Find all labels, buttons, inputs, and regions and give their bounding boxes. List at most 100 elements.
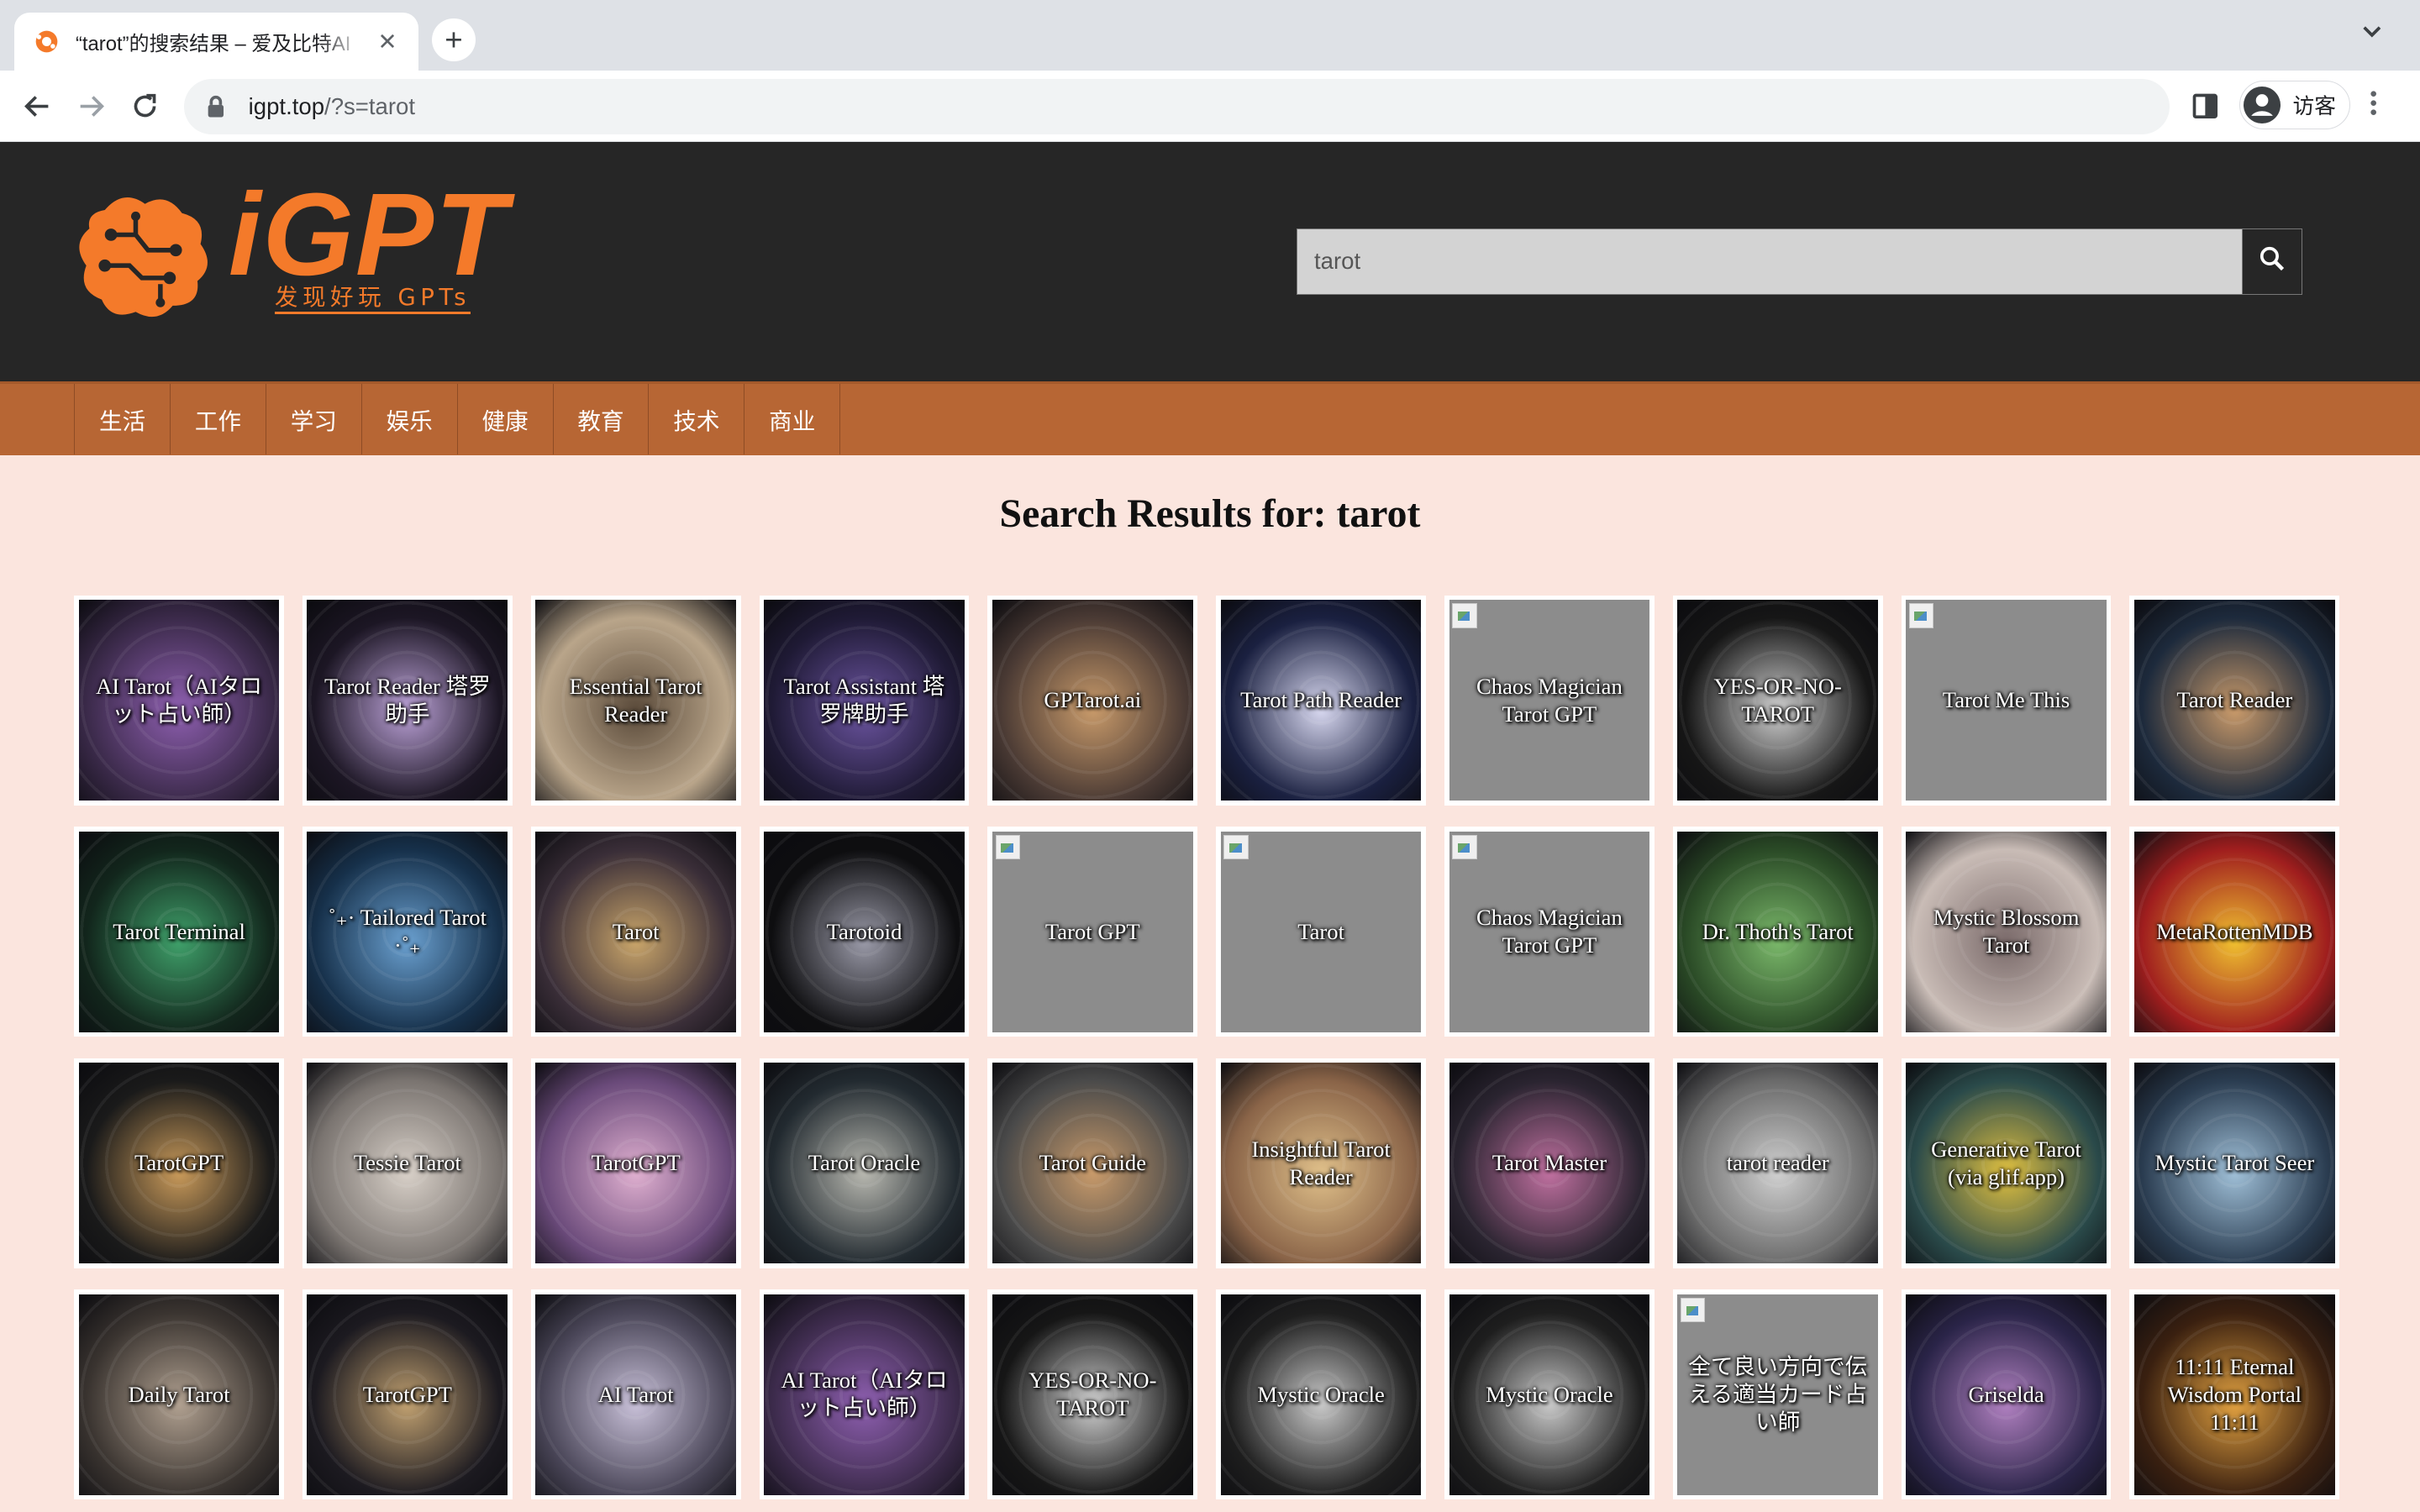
nav-item-7[interactable]: 商业 (744, 383, 841, 455)
result-thumbnail[interactable]: Tarot Assistant 塔罗牌助手 (764, 600, 965, 801)
result-card[interactable]: Chaos Magician Tarot GPT (1444, 827, 1655, 1037)
result-card[interactable]: Insightful Tarot Reader (1216, 1058, 1426, 1268)
result-card[interactable]: ˚₊· Tailored Tarot ·˚₊ (302, 827, 513, 1037)
result-thumbnail[interactable]: YES-OR-NO-TAROT (992, 1294, 1193, 1495)
nav-item-1[interactable]: 工作 (171, 383, 266, 455)
result-card[interactable]: Tarot (1216, 827, 1426, 1037)
result-card[interactable]: GPTarot.ai (987, 595, 1198, 806)
result-thumbnail[interactable]: Tarot (535, 831, 737, 1032)
result-card[interactable]: AI Tarot（AIタロット占い師） (759, 1289, 970, 1500)
nav-item-3[interactable]: 娱乐 (362, 383, 458, 455)
nav-item-6[interactable]: 技术 (649, 383, 745, 455)
nav-item-2[interactable]: 学习 (266, 383, 362, 455)
result-thumbnail[interactable]: Tarot Oracle (764, 1063, 965, 1264)
result-card[interactable]: Mystic Oracle (1216, 1289, 1426, 1500)
result-card[interactable]: Tarot Assistant 塔罗牌助手 (759, 595, 970, 806)
result-thumbnail[interactable]: Tarot Reader (2133, 600, 2335, 801)
result-thumbnail[interactable]: Mystic Oracle (1220, 1294, 1422, 1495)
result-card[interactable]: YES-OR-NO-TAROT (987, 1289, 1198, 1500)
result-card[interactable]: Tarot (530, 827, 741, 1037)
result-thumbnail[interactable]: Insightful Tarot Reader (1220, 1063, 1422, 1264)
broken-thumbnail[interactable]: Tarot Me This (1906, 600, 2107, 801)
result-thumbnail[interactable]: Tarot Guide (992, 1063, 1193, 1264)
result-card[interactable]: TarotGPT (530, 1058, 741, 1268)
result-thumbnail[interactable]: TarotGPT (535, 1063, 737, 1264)
result-thumbnail[interactable]: tarot reader (1677, 1063, 1879, 1264)
result-card[interactable]: YES-OR-NO-TAROT (1672, 595, 1883, 806)
result-thumbnail[interactable]: AI Tarot（AIタロット占い師） (78, 600, 280, 801)
result-card[interactable]: Mystic Blossom Tarot (1901, 827, 2112, 1037)
search-input[interactable] (1296, 228, 2243, 295)
browser-tab-active[interactable]: “tarot”的搜索结果 – 爱及比特AI ✕ (13, 12, 418, 71)
result-thumbnail[interactable]: TarotGPT (307, 1294, 508, 1495)
broken-thumbnail[interactable]: 全て良い方向で伝える適当カード占い師 (1677, 1294, 1879, 1495)
side-panel-icon[interactable] (2190, 91, 2221, 122)
result-thumbnail[interactable]: Mystic Tarot Seer (2133, 1063, 2335, 1264)
result-thumbnail[interactable]: 11:11 Eternal Wisdom Portal 11:11 (2133, 1294, 2335, 1495)
tab-search-chevron-icon[interactable] (2361, 22, 2383, 46)
reload-icon[interactable] (124, 85, 166, 128)
result-card[interactable]: Tarot Reader 塔罗助手 (302, 595, 513, 806)
result-thumbnail[interactable]: Tarot Path Reader (1220, 600, 1422, 801)
result-card[interactable]: Tarot Reader (2129, 595, 2340, 806)
result-card[interactable]: Mystic Oracle (1444, 1289, 1655, 1500)
nav-item-4[interactable]: 健康 (458, 383, 554, 455)
profile-button[interactable]: 访客 (2239, 80, 2351, 130)
result-thumbnail[interactable]: Tarot Terminal (78, 831, 280, 1032)
result-card[interactable]: Daily Tarot (74, 1289, 284, 1500)
result-thumbnail[interactable]: AI Tarot (535, 1294, 737, 1495)
broken-thumbnail[interactable]: Chaos Magician Tarot GPT (1449, 600, 1650, 801)
address-bar[interactable]: igpt.top/?s=tarot (183, 78, 2170, 134)
broken-thumbnail[interactable]: Tarot GPT (992, 831, 1193, 1032)
result-card[interactable]: TarotGPT (302, 1289, 513, 1500)
result-card[interactable]: AI Tarot（AIタロット占い師） (74, 595, 284, 806)
nav-item-5[interactable]: 教育 (554, 383, 650, 455)
broken-thumbnail[interactable]: Chaos Magician Tarot GPT (1449, 831, 1650, 1032)
broken-thumbnail[interactable]: Tarot (1220, 831, 1422, 1032)
result-thumbnail[interactable]: Tarot Reader 塔罗助手 (307, 600, 508, 801)
result-thumbnail[interactable]: Tessie Tarot (307, 1063, 508, 1264)
result-card[interactable]: Tarot Me This (1901, 595, 2112, 806)
url-text[interactable]: igpt.top/?s=tarot (249, 93, 415, 120)
result-card[interactable]: Tarot Guide (987, 1058, 1198, 1268)
result-card[interactable]: 全て良い方向で伝える適当カード占い師 (1672, 1289, 1883, 1500)
result-thumbnail[interactable]: Tarotoid (764, 831, 965, 1032)
result-card[interactable]: Essential Tarot Reader (530, 595, 741, 806)
nav-item-0[interactable]: 生活 (75, 383, 171, 455)
result-card[interactable]: Griselda (1901, 1289, 2112, 1500)
result-thumbnail[interactable]: Mystic Blossom Tarot (1906, 831, 2107, 1032)
result-card[interactable]: Tarotoid (759, 827, 970, 1037)
result-thumbnail[interactable]: Daily Tarot (78, 1294, 280, 1495)
result-thumbnail[interactable]: GPTarot.ai (992, 600, 1193, 801)
result-card[interactable]: Tarot Path Reader (1216, 595, 1426, 806)
back-arrow-icon[interactable] (15, 85, 58, 128)
result-card[interactable]: Chaos Magician Tarot GPT (1444, 595, 1655, 806)
result-card[interactable]: 11:11 Eternal Wisdom Portal 11:11 (2129, 1289, 2340, 1500)
forward-arrow-icon[interactable] (70, 85, 113, 128)
result-card[interactable]: AI Tarot (530, 1289, 741, 1500)
result-thumbnail[interactable]: Dr. Thoth's Tarot (1677, 831, 1879, 1032)
result-card[interactable]: Tarot GPT (987, 827, 1198, 1037)
new-tab-button[interactable]: + (432, 18, 476, 62)
result-thumbnail[interactable]: Tarot Master (1449, 1063, 1650, 1264)
result-card[interactable]: tarot reader (1672, 1058, 1883, 1268)
site-logo[interactable]: iGPT 发现好玩 GPTs (74, 172, 552, 330)
result-thumbnail[interactable]: Griselda (1906, 1294, 2107, 1495)
tab-close-icon[interactable]: ✕ (375, 29, 399, 55)
result-thumbnail[interactable]: Generative Tarot (via glif.app) (1906, 1063, 2107, 1264)
result-card[interactable]: Generative Tarot (via glif.app) (1901, 1058, 2112, 1268)
result-thumbnail[interactable]: Mystic Oracle (1449, 1294, 1650, 1495)
result-thumbnail[interactable]: YES-OR-NO-TAROT (1677, 600, 1879, 801)
result-card[interactable]: Tessie Tarot (302, 1058, 513, 1268)
result-thumbnail[interactable]: TarotGPT (78, 1063, 280, 1264)
lock-icon[interactable] (205, 94, 229, 118)
result-card[interactable]: Tarot Terminal (74, 827, 284, 1037)
result-card[interactable]: Dr. Thoth's Tarot (1672, 827, 1883, 1037)
result-thumbnail[interactable]: MetaRottenMDB (2133, 831, 2335, 1032)
result-card[interactable]: Mystic Tarot Seer (2129, 1058, 2340, 1268)
result-card[interactable]: Tarot Master (1444, 1058, 1655, 1268)
browser-menu-icon[interactable] (2370, 91, 2377, 123)
result-thumbnail[interactable]: AI Tarot（AIタロット占い師） (764, 1294, 965, 1495)
result-card[interactable]: TarotGPT (74, 1058, 284, 1268)
result-thumbnail[interactable]: ˚₊· Tailored Tarot ·˚₊ (307, 831, 508, 1032)
